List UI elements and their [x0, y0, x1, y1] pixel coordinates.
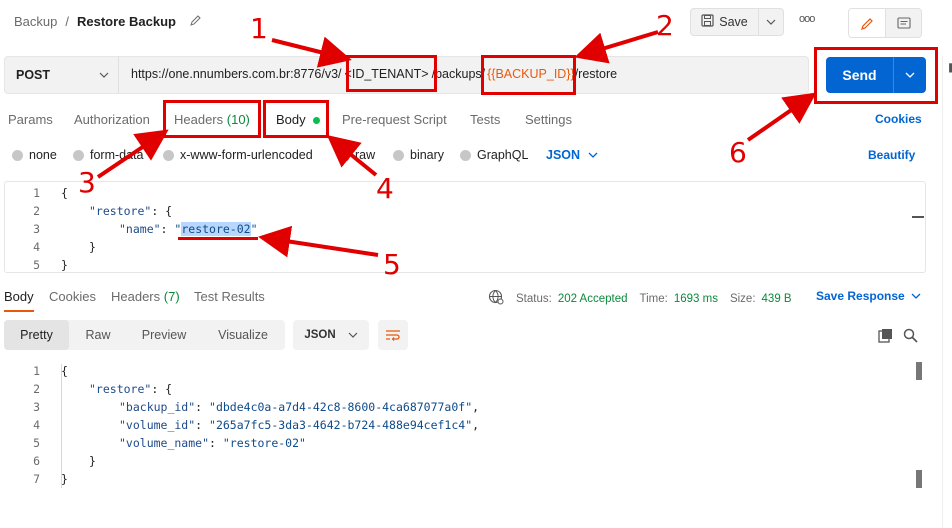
arrow-3 — [96, 129, 169, 179]
annotation-number-5: 5 — [383, 248, 401, 281]
arrow-6 — [746, 92, 817, 142]
annotation-number-2: 2 — [656, 9, 674, 42]
annotation-number-4: 4 — [376, 172, 394, 205]
arrow-4 — [326, 134, 378, 177]
annotation-number-1: 1 — [250, 12, 268, 45]
annotation-number-3: 3 — [78, 166, 96, 199]
annotation-number-6: 6 — [729, 136, 747, 169]
arrow-2 — [574, 30, 659, 64]
arrow-1 — [271, 36, 352, 68]
arrow-5 — [258, 225, 379, 258]
annotation-arrows — [96, 30, 817, 258]
